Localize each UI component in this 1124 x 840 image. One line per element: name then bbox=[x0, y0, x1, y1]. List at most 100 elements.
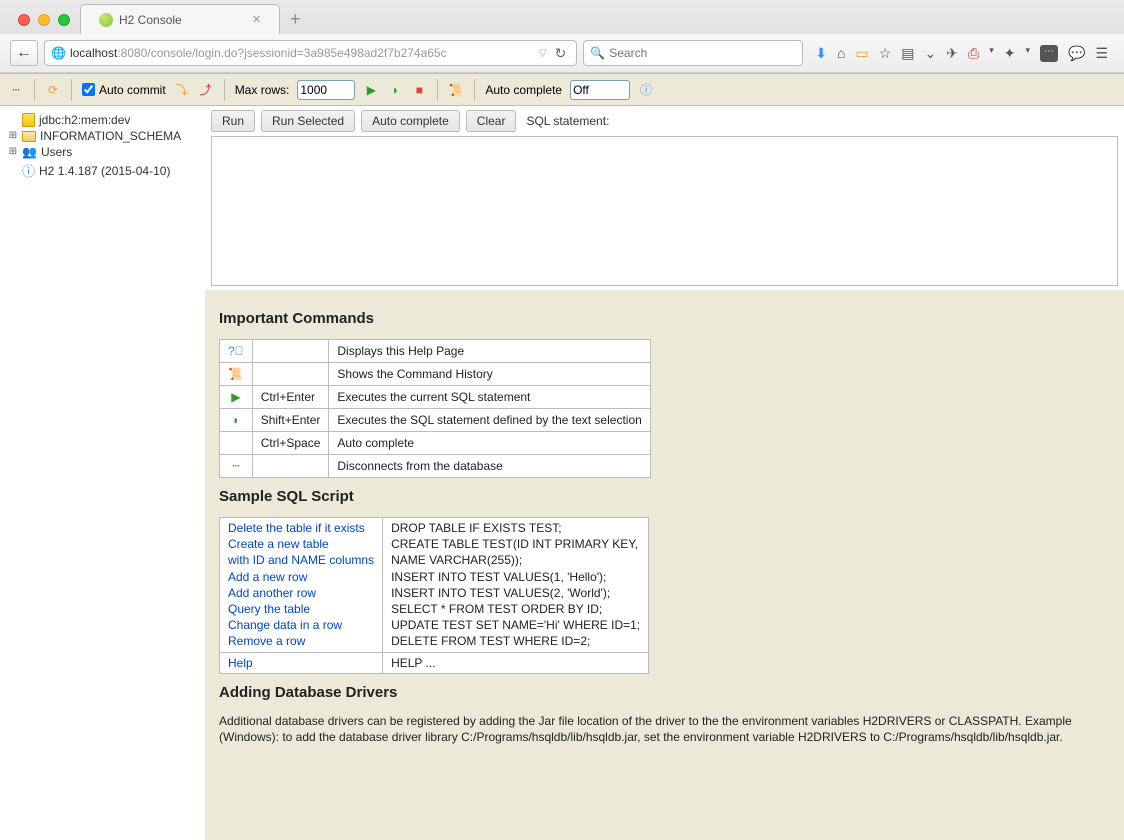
result-area: Important Commands ?⃝Displays this Help … bbox=[205, 290, 1124, 840]
chat-icon[interactable]: 💬 bbox=[1068, 45, 1085, 62]
users-icon: 👥 bbox=[22, 145, 37, 159]
url-bar: ← 🌐 localhost:8080/console/login.do?jses… bbox=[0, 34, 1124, 73]
sql-text: INSERT INTO TEST VALUES(2, 'World'); bbox=[391, 585, 640, 601]
zoom-window-icon[interactable] bbox=[58, 14, 70, 26]
close-tab-icon[interactable]: × bbox=[252, 11, 261, 28]
sql-text: DELETE FROM TEST WHERE ID=2; bbox=[391, 633, 640, 649]
home-icon[interactable]: ⌂ bbox=[837, 45, 845, 62]
table-row: 📜Shows the Command History bbox=[220, 363, 651, 386]
script-link[interactable]: Remove a row bbox=[228, 633, 374, 649]
max-rows-label: Max rows: bbox=[235, 83, 290, 97]
sql-textarea[interactable] bbox=[211, 136, 1118, 286]
script-link[interactable]: Query the table bbox=[228, 601, 374, 617]
tab-bar: H2 Console × + bbox=[0, 0, 1124, 34]
minimize-window-icon[interactable] bbox=[38, 14, 50, 26]
expand-icon[interactable]: ⊞ bbox=[8, 146, 18, 158]
folder-icon bbox=[22, 131, 36, 142]
script-link[interactable]: Add another row bbox=[228, 585, 374, 601]
search-icon: 🔍 bbox=[590, 46, 605, 60]
sample-sql-table: Delete the table if it exists Create a n… bbox=[219, 517, 649, 674]
dropdown-icon[interactable]: ▾ bbox=[989, 45, 994, 62]
menu-icon[interactable]: ☰ bbox=[1095, 45, 1108, 62]
pdf-icon[interactable]: ⎙ bbox=[968, 45, 979, 62]
bookmark-icon[interactable]: ☆ bbox=[879, 45, 892, 62]
run-button[interactable]: Run bbox=[211, 110, 255, 132]
pocket-icon[interactable]: ⌄ bbox=[925, 45, 937, 62]
sql-text: INSERT INTO TEST VALUES(1, 'Hello'); bbox=[391, 569, 640, 585]
back-button[interactable]: ← bbox=[10, 40, 38, 66]
sql-statement-label: SQL statement: bbox=[526, 114, 609, 128]
dropdown-icon[interactable]: ▾ bbox=[1025, 45, 1030, 62]
refresh-icon[interactable]: ⟳ bbox=[45, 82, 61, 98]
tree-schema[interactable]: ⊞ INFORMATION_SCHEMA bbox=[8, 128, 197, 144]
script-link[interactable]: Add a new row bbox=[228, 569, 374, 585]
important-commands-heading: Important Commands bbox=[219, 310, 1110, 327]
sql-button-bar: Run Run Selected Auto complete Clear SQL… bbox=[205, 106, 1124, 136]
auto-complete-select[interactable]: Off bbox=[570, 80, 630, 100]
browser-chrome: H2 Console × + ← 🌐 localhost:8080/consol… bbox=[0, 0, 1124, 74]
favicon-icon bbox=[99, 13, 113, 27]
run-selected-icon: ◗ bbox=[232, 413, 239, 427]
search-box[interactable]: 🔍 bbox=[583, 40, 803, 66]
sql-text: DROP TABLE IF EXISTS TEST; bbox=[391, 520, 640, 536]
run-icon: ▶ bbox=[231, 390, 240, 404]
auto-complete-label: Auto complete bbox=[485, 83, 562, 97]
expand-icon[interactable]: ⊞ bbox=[8, 130, 18, 142]
close-window-icon[interactable] bbox=[18, 14, 30, 26]
help-icon[interactable]: ⓘ bbox=[638, 82, 654, 98]
content-pane: Run Run Selected Auto complete Clear SQL… bbox=[205, 106, 1124, 840]
browser-tab[interactable]: H2 Console × bbox=[80, 4, 280, 34]
badge-icon[interactable]: ⋯ bbox=[1040, 45, 1058, 62]
search-input[interactable] bbox=[609, 46, 796, 60]
script-link[interactable]: Delete the table if it exists bbox=[228, 520, 374, 536]
tree-users[interactable]: ⊞👥 Users bbox=[8, 144, 197, 160]
run-selected-icon[interactable]: ◗ bbox=[387, 82, 403, 98]
download-icon[interactable]: ⬇ bbox=[815, 45, 827, 62]
reload-icon[interactable]: ↻ bbox=[551, 45, 571, 62]
info-icon: ⓘ bbox=[22, 161, 35, 180]
script-link[interactable]: with ID and NAME columns bbox=[228, 552, 374, 568]
table-row: ?⃝Displays this Help Page bbox=[220, 340, 651, 363]
tab-title: H2 Console bbox=[119, 13, 182, 27]
run-selected-button[interactable]: Run Selected bbox=[261, 110, 355, 132]
drivers-text: Additional database drivers can be regis… bbox=[219, 713, 1110, 747]
stop-icon[interactable]: ■ bbox=[411, 82, 427, 98]
run-icon[interactable]: ▶ bbox=[363, 82, 379, 98]
history-icon[interactable]: 📜 bbox=[448, 82, 464, 98]
sample-sql-heading: Sample SQL Script bbox=[219, 488, 1110, 505]
sql-text: CREATE TABLE TEST(ID INT PRIMARY KEY, bbox=[391, 536, 640, 552]
url-input[interactable]: 🌐 localhost:8080/console/login.do?jsessi… bbox=[44, 40, 577, 66]
reader-icon[interactable]: ▤ bbox=[901, 45, 914, 62]
max-rows-select[interactable]: 1000 bbox=[297, 80, 355, 100]
database-icon bbox=[22, 113, 35, 127]
history-icon: 📜 bbox=[228, 367, 243, 381]
extension-icon[interactable]: ▭ bbox=[856, 45, 869, 62]
sql-text: HELP ... bbox=[391, 655, 640, 671]
sparkle-icon[interactable]: ✦ bbox=[1004, 45, 1016, 62]
dropdown-icon[interactable]: ▽ bbox=[539, 48, 547, 59]
help-icon: ?⃝ bbox=[228, 344, 244, 358]
table-row: ◗Shift+EnterExecutes the SQL statement d… bbox=[220, 409, 651, 432]
script-link-help[interactable]: Help bbox=[228, 655, 374, 671]
send-icon[interactable]: ✈ bbox=[946, 45, 958, 62]
sql-text: NAME VARCHAR(255)); bbox=[391, 552, 640, 568]
important-commands-table: ?⃝Displays this Help Page 📜Shows the Com… bbox=[219, 339, 651, 478]
rollback-icon[interactable]: ⤴ bbox=[198, 82, 214, 98]
sql-text: UPDATE TEST SET NAME='Hi' WHERE ID=1; bbox=[391, 617, 640, 633]
disconnect-icon[interactable]: ⵈ bbox=[8, 82, 24, 98]
script-link[interactable]: Change data in a row bbox=[228, 617, 374, 633]
clear-button[interactable]: Clear bbox=[466, 110, 517, 132]
table-row: ▶Ctrl+EnterExecutes the current SQL stat… bbox=[220, 386, 651, 409]
commit-icon[interactable]: ⤵ bbox=[174, 82, 190, 98]
table-row: Ctrl+SpaceAuto complete bbox=[220, 432, 651, 455]
new-tab-button[interactable]: + bbox=[280, 5, 311, 34]
url-text: localhost:8080/console/login.do?jsession… bbox=[70, 46, 535, 60]
auto-complete-button[interactable]: Auto complete bbox=[361, 110, 460, 132]
site-identity-icon: 🌐 bbox=[51, 46, 66, 60]
auto-commit-input[interactable] bbox=[82, 83, 95, 96]
tree-version: ⓘ H2 1.4.187 (2015-04-10) bbox=[8, 160, 197, 181]
script-link[interactable]: Create a new table bbox=[228, 536, 374, 552]
auto-commit-checkbox[interactable]: Auto commit bbox=[82, 83, 166, 97]
table-row: ⵈDisconnects from the database bbox=[220, 455, 651, 478]
tree-db-root[interactable]: jdbc:h2:mem:dev bbox=[8, 112, 197, 128]
